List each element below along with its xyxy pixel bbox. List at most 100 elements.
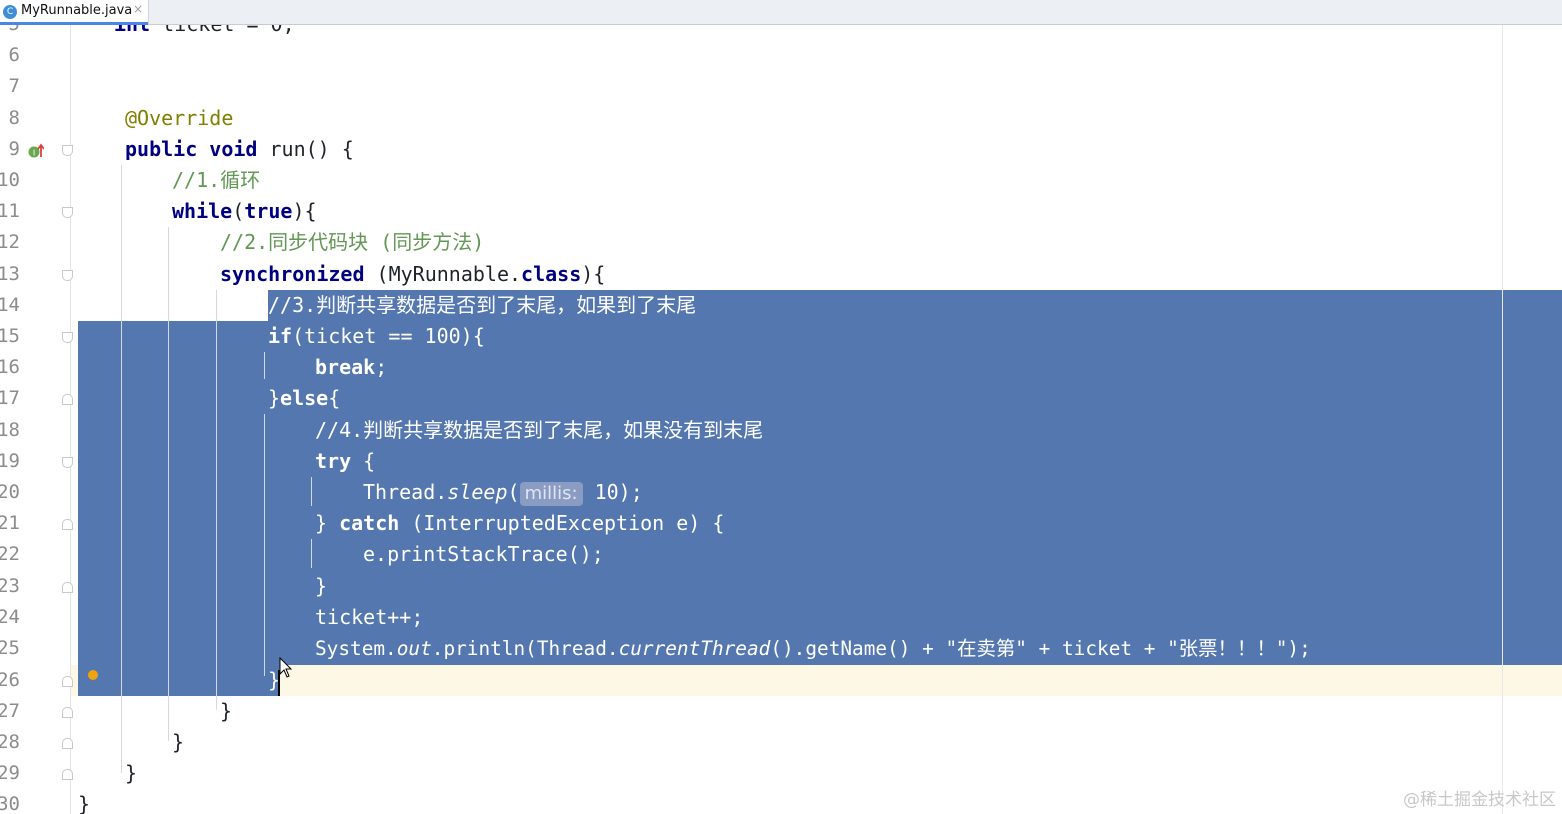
code-text: (InterruptedException e) { <box>399 511 725 535</box>
line-number: 29 <box>0 762 20 784</box>
line-number: 11 <box>0 200 20 222</box>
code-text: ticket++; <box>315 605 424 629</box>
code-line-20: Thread.sleep(millis: 10); <box>363 477 643 508</box>
indent-guide <box>168 227 169 741</box>
indent-guide <box>264 352 265 379</box>
fold-marker-icon[interactable] <box>62 519 73 530</box>
fold-marker-icon[interactable] <box>62 707 73 718</box>
code-text: ; <box>375 355 388 379</box>
keyword: else <box>280 386 329 410</box>
editor-tab-myrunnable[interactable]: C MyRunnable.java × <box>0 0 149 25</box>
line-number: 18 <box>0 419 20 441</box>
line-number: 28 <box>0 731 20 753</box>
gutter-divider <box>70 25 71 814</box>
code-line-8: @Override <box>125 103 233 134</box>
code-text: Thread. <box>363 480 448 504</box>
line-number: 19 <box>0 450 20 472</box>
line-number: 7 <box>8 75 20 97</box>
code-text: ( <box>507 480 520 504</box>
code-text: ); <box>1287 637 1311 660</box>
code-text: run() { <box>257 137 354 161</box>
comment: //2.同步代码块 (同步方法) <box>220 230 485 254</box>
code-line-30: } <box>78 789 90 814</box>
comment: //3.判断共享数据是否到了末尾，如果到了末尾 <box>268 293 697 317</box>
override-implementation-icon[interactable]: I <box>28 143 44 159</box>
code-editor[interactable]: 5 6 7 8 9 10 11 12 13 14 15 16 17 18 19 … <box>0 25 1562 814</box>
keyword: if <box>268 324 293 348</box>
keyword: synchronized <box>220 262 365 286</box>
indent-guide <box>311 539 312 568</box>
code-text: } <box>315 511 340 535</box>
line-number: 12 <box>0 231 20 253</box>
code-line-19: try { <box>315 446 375 477</box>
code-line-17: }else{ <box>268 383 340 414</box>
code-text: (MyRunnable. <box>364 262 522 286</box>
close-tab-icon[interactable]: × <box>133 2 143 16</box>
fold-marker-icon[interactable] <box>62 738 73 749</box>
selection-block <box>78 321 1562 665</box>
code-text: { <box>351 449 376 473</box>
fold-marker-icon[interactable] <box>62 145 73 156</box>
editor-tab-bar: C MyRunnable.java × <box>0 0 1562 25</box>
indent-guide <box>264 414 265 676</box>
fold-marker-icon[interactable] <box>62 769 73 780</box>
line-number: 25 <box>0 637 20 659</box>
line-number: 20 <box>0 481 20 503</box>
code-text: } <box>125 761 138 785</box>
comment: //1.循环 <box>172 168 261 192</box>
line-number: 24 <box>0 606 20 628</box>
code-line-13: synchronized (MyRunnable.class){ <box>220 259 605 290</box>
fold-marker-icon[interactable] <box>62 457 73 468</box>
line-number: 30 <box>0 793 20 814</box>
line-number: 27 <box>0 700 20 722</box>
code-line-25: System.out.println(Thread.currentThread(… <box>315 633 1311 664</box>
line-number: 13 <box>0 263 20 285</box>
code-text: 10); <box>582 480 643 504</box>
indent-guide <box>311 477 312 506</box>
line-number: 10 <box>0 169 20 191</box>
svg-text:I: I <box>33 149 35 158</box>
fold-marker-icon[interactable] <box>62 676 73 687</box>
code-text: ){ <box>581 262 606 286</box>
code-line-23: } <box>315 571 327 602</box>
method-name: sleep <box>447 480 508 504</box>
warning-bulb-icon[interactable] <box>88 670 98 680</box>
code-line-9: public void run() { <box>125 134 354 165</box>
code-line-16: break; <box>315 352 387 383</box>
code-line-15: if(ticket == 100){ <box>268 321 485 352</box>
right-margin-guide <box>1502 25 1503 814</box>
keyword: catch <box>339 511 400 535</box>
code-text: ticket = 0; <box>150 25 294 36</box>
keyword: public void <box>125 137 258 161</box>
code-line-27: } <box>220 696 232 727</box>
line-number: 26 <box>0 669 20 691</box>
code-text: ( <box>232 199 245 223</box>
code-line-5: int ticket = 0; <box>114 25 295 40</box>
parameter-hint: millis: <box>519 482 583 506</box>
line-number: 14 <box>0 294 20 316</box>
fold-marker-icon[interactable] <box>62 394 73 405</box>
code-line-12: //2.同步代码块 (同步方法) <box>220 227 484 258</box>
code-text: } <box>220 699 233 723</box>
code-text: { <box>328 386 341 410</box>
code-line-18: //4.判断共享数据是否到了末尾，如果没有到末尾 <box>315 415 763 446</box>
selection-line-26 <box>78 665 280 696</box>
tab-filename: MyRunnable.java <box>21 3 133 18</box>
code-text: System. <box>315 637 397 660</box>
line-number: 9 <box>8 138 20 160</box>
fold-marker-icon[interactable] <box>62 270 73 281</box>
code-line-24: ticket++; <box>315 602 423 633</box>
code-text: + ticket + <box>1026 637 1168 660</box>
line-number: 15 <box>0 325 20 347</box>
keyword: true <box>244 199 293 223</box>
keyword: while <box>172 199 233 223</box>
fold-marker-icon[interactable] <box>62 332 73 343</box>
code-text: } <box>172 730 185 754</box>
java-class-icon: C <box>3 5 17 19</box>
string-literal: "在卖第" <box>945 637 1027 660</box>
fold-marker-icon[interactable] <box>62 582 73 593</box>
fold-marker-icon[interactable] <box>62 207 73 218</box>
field-name: out <box>396 637 432 660</box>
code-text: .println(Thread. <box>431 637 619 660</box>
code-line-28: } <box>172 727 184 758</box>
